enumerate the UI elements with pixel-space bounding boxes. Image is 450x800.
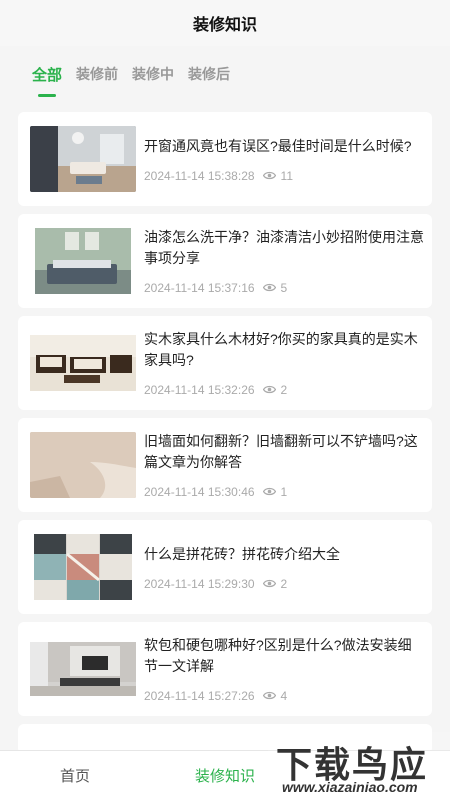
article-title: 油漆怎么洗干净？油漆清洁小妙招附使用注意事项分享 bbox=[144, 229, 424, 266]
article-card[interactable]: 什么是拼花砖？拼花砖介绍大全 2024-11-14 15:29:30 2 bbox=[18, 520, 432, 614]
eye-icon bbox=[262, 281, 276, 295]
eye-icon bbox=[262, 485, 276, 499]
article-date: 2024-11-14 15:30:46 bbox=[144, 485, 255, 499]
article-thumbnail bbox=[30, 636, 136, 702]
article-thumbnail bbox=[30, 126, 136, 192]
article-views: 1 bbox=[280, 485, 288, 499]
article-title: 软包和硬包哪种好?区别是什么?做法安装细节一文详解 bbox=[144, 637, 412, 674]
article-card[interactable]: 实木家具什么木材好?你买的家具真的是实木家具吗? 2024-11-14 15:3… bbox=[18, 316, 432, 410]
article-date: 2024-11-14 15:27:26 bbox=[144, 689, 255, 703]
article-thumbnail bbox=[30, 228, 136, 294]
article-date: 2024-11-14 15:32:26 bbox=[144, 383, 255, 397]
article-date: 2024-11-14 15:29:30 bbox=[144, 576, 255, 591]
article-thumbnail bbox=[30, 534, 136, 600]
article-meta: 2024-11-14 15:32:26 2 bbox=[144, 383, 424, 397]
article-card[interactable]: 开窗通风竟也有误区?最佳时间是什么时候? 2024-11-14 15:38:28… bbox=[18, 112, 432, 206]
page-title: 装修知识 bbox=[192, 17, 257, 34]
article-date: 2024-11-14 15:38:28 bbox=[144, 168, 255, 183]
article-thumbnail bbox=[30, 432, 136, 498]
category-tabs: 全部 装修前 装修中 装修后 bbox=[0, 46, 450, 106]
tab-after-renovation[interactable]: 装修后 bbox=[188, 64, 230, 88]
eye-icon bbox=[262, 577, 276, 591]
eye-icon bbox=[262, 689, 276, 703]
article-views: 5 bbox=[280, 281, 288, 295]
eye-icon bbox=[262, 169, 276, 183]
article-meta: 2024-11-14 15:38:28 11 bbox=[144, 169, 424, 183]
article-views: 2 bbox=[280, 383, 288, 397]
article-title: 开窗通风竟也有误区?最佳时间是什么时候? bbox=[144, 137, 412, 154]
article-meta: 2024-11-14 15:29:30 2 bbox=[144, 577, 424, 591]
app-header: 装修知识 bbox=[0, 0, 450, 46]
article-views: 11 bbox=[280, 168, 294, 183]
article-meta: 2024-11-14 15:27:26 4 bbox=[144, 689, 424, 703]
watermark-url: www.xiazainiao.com bbox=[282, 779, 418, 795]
tab-all[interactable]: 全部 bbox=[32, 64, 62, 89]
nav-home[interactable]: 首页 bbox=[0, 765, 150, 786]
article-card[interactable]: 旧墙面如何翻新？旧墙翻新可以不铲墙吗?这篇文章为你解答 2024-11-14 1… bbox=[18, 418, 432, 512]
article-views: 4 bbox=[280, 689, 288, 703]
article-thumbnail bbox=[30, 330, 136, 396]
article-title: 实木家具什么木材好?你买的家具真的是实木家具吗? bbox=[144, 331, 418, 368]
article-title: 什么是拼花砖？拼花砖介绍大全 bbox=[144, 545, 340, 562]
article-meta: 2024-11-14 15:30:46 1 bbox=[144, 485, 424, 499]
article-views: 2 bbox=[280, 576, 288, 591]
eye-icon bbox=[262, 383, 276, 397]
article-card[interactable]: 油漆怎么洗干净？油漆清洁小妙招附使用注意事项分享 2024-11-14 15:3… bbox=[18, 214, 432, 308]
tab-during-renovation[interactable]: 装修中 bbox=[132, 64, 174, 88]
article-list: 开窗通风竟也有误区?最佳时间是什么时候? 2024-11-14 15:38:28… bbox=[18, 112, 432, 762]
article-title: 旧墙面如何翻新？旧墙翻新可以不铲墙吗?这篇文章为你解答 bbox=[144, 433, 418, 470]
tab-before-renovation[interactable]: 装修前 bbox=[76, 64, 118, 88]
article-date: 2024-11-14 15:37:16 bbox=[144, 281, 255, 295]
article-meta: 2024-11-14 15:37:16 5 bbox=[144, 281, 424, 295]
watermark-logo: 下载鸟应用 www.xiazainiao.com bbox=[268, 732, 450, 800]
article-card[interactable]: 软包和硬包哪种好?区别是什么?做法安装细节一文详解 2024-11-14 15:… bbox=[18, 622, 432, 716]
